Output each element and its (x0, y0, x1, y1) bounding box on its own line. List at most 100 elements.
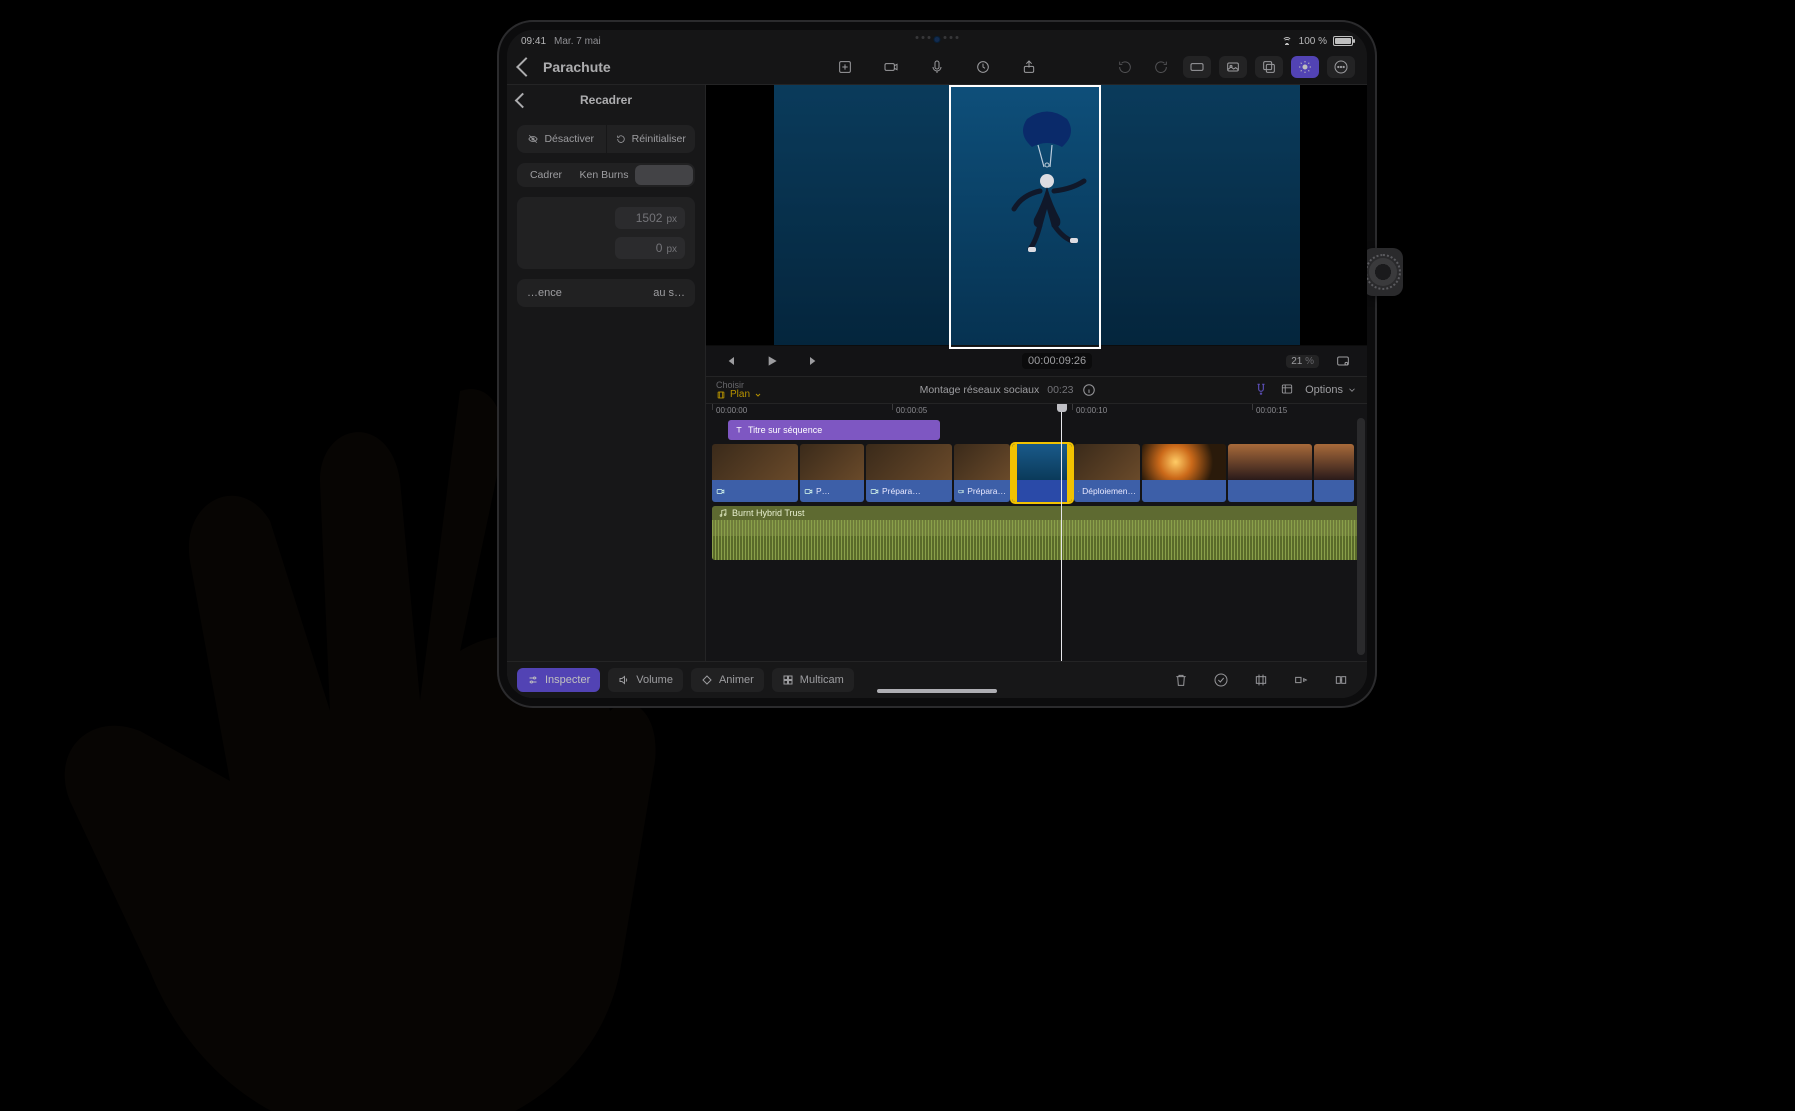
ruler-label: 00:00:15 (1256, 406, 1287, 415)
title-track[interactable]: Titre sur séquence (712, 420, 1361, 442)
crop-mode-kenburns[interactable]: Ken Burns (575, 163, 633, 187)
inspector-toggle-icon[interactable] (1291, 56, 1319, 78)
crop-mode-third[interactable] (635, 165, 693, 185)
status-bar: 09:41 Mar. 7 mai 100 % (507, 30, 1367, 50)
volume-tab[interactable]: Volume (608, 668, 683, 692)
video-clip[interactable] (1314, 444, 1354, 502)
statusbar-time: 09:41 (521, 36, 546, 47)
crop-fit-suffix: au s… (653, 287, 685, 299)
wifi-icon (1281, 37, 1293, 45)
next-frame-button[interactable] (800, 350, 828, 372)
keyboard-icon[interactable] (1183, 56, 1211, 78)
animate-tab[interactable]: Animer (691, 668, 764, 692)
play-button[interactable] (758, 350, 786, 372)
eye-off-icon (528, 134, 538, 144)
viewer-zoom-badge[interactable]: 21 % (1286, 355, 1319, 368)
speaker-icon (618, 674, 630, 686)
viewer[interactable] (706, 85, 1367, 345)
video-clip[interactable]: Déploiemen… (1074, 444, 1140, 502)
crop-fit-row[interactable]: …ence au s… (517, 279, 695, 307)
video-icon (716, 487, 725, 496)
prev-frame-button[interactable] (716, 350, 744, 372)
timeline[interactable]: 00:00:00 00:00:05 00:00:10 00:00:15 Titr… (706, 404, 1367, 661)
crop-width-field[interactable]: 1502 px (615, 207, 685, 229)
info-icon[interactable] (1082, 383, 1096, 397)
video-clip-label: Prépara… (882, 486, 921, 496)
multicam-tab-label: Multicam (800, 674, 844, 686)
music-note-icon (718, 508, 728, 518)
crop-mode-segmented[interactable]: Cadrer Ken Burns (517, 163, 695, 187)
sequence-title: Montage réseaux sociaux (920, 384, 1040, 396)
viewer-canvas (774, 85, 1300, 345)
camera-icon[interactable] (877, 56, 905, 78)
thumbnail-view-icon[interactable] (1219, 56, 1247, 78)
timeline-crumb[interactable]: Choisir Plan (716, 381, 762, 400)
video-icon (1078, 487, 1079, 496)
playhead[interactable] (1061, 404, 1062, 661)
multicam-tab[interactable]: Multicam (772, 668, 854, 692)
more-menu-icon[interactable] (1327, 56, 1355, 78)
video-icon (804, 487, 813, 496)
jog-wheel[interactable] (1363, 248, 1403, 296)
video-clip[interactable] (712, 444, 798, 502)
video-clip[interactable] (1228, 444, 1312, 502)
marker-icon[interactable] (969, 56, 997, 78)
viewer-zoom-value: 21 (1291, 356, 1302, 367)
magnetic-snap-icon[interactable] (1253, 382, 1269, 399)
connect-clip-button[interactable] (1285, 668, 1317, 692)
battery-percent: 100 % (1299, 36, 1327, 47)
crop-disable-label: Désactiver (544, 133, 594, 145)
timeline-ruler[interactable]: 00:00:00 00:00:05 00:00:10 00:00:15 (706, 404, 1367, 418)
voiceover-mic-icon[interactable] (923, 56, 951, 78)
waveform (712, 520, 1361, 560)
delete-button[interactable] (1165, 668, 1197, 692)
history-undo-icon[interactable] (1111, 56, 1139, 78)
ruler-label: 00:00:05 (896, 406, 927, 415)
crop-mode-trim[interactable]: Cadrer (517, 163, 575, 187)
crop-rectangle[interactable] (949, 85, 1101, 349)
keyframe-icon (701, 674, 713, 686)
timeline-options-label: Options (1305, 384, 1343, 396)
crop-width-value: 1502 (636, 211, 663, 225)
crop-reset-button[interactable]: Réinitialiser (606, 125, 696, 153)
crop-height-value: 0 (656, 241, 663, 255)
crop-disable-button[interactable]: Désactiver (517, 125, 606, 153)
sliders-icon (527, 674, 539, 686)
audio-clip[interactable]: Burnt Hybrid Trust (712, 506, 1361, 560)
ruler-label: 00:00:00 (716, 406, 747, 415)
video-clip-selected[interactable] (1012, 444, 1072, 502)
video-clip[interactable] (1142, 444, 1226, 502)
crop-height-field[interactable]: 0 px (615, 237, 685, 259)
back-button[interactable] (516, 57, 536, 77)
timeline-index-icon[interactable] (1279, 382, 1295, 399)
overlay-icon[interactable] (1255, 56, 1283, 78)
timeline-scrollbar[interactable] (1357, 418, 1365, 655)
trim-tool-button[interactable] (1245, 668, 1277, 692)
app-toolbar: Parachute (507, 50, 1367, 85)
statusbar-multitask-dots[interactable] (916, 36, 959, 43)
crop-fit-prefix: …ence (527, 287, 562, 299)
video-clip[interactable]: Prépara… (954, 444, 1010, 502)
video-clip[interactable]: P… (800, 444, 864, 502)
timecode-display[interactable]: 00:00:09:26 (1022, 353, 1092, 369)
toggle-enable-button[interactable] (1205, 668, 1237, 692)
insert-clip-button[interactable] (1325, 668, 1357, 692)
audio-track[interactable]: Burnt Hybrid Trust (712, 506, 1361, 560)
inspector-tab[interactable]: Inspecter (517, 668, 600, 692)
video-clip[interactable]: Prépara… (866, 444, 952, 502)
viewer-display-options-icon[interactable] (1329, 350, 1357, 372)
grid-icon (782, 674, 794, 686)
import-media-icon[interactable] (831, 56, 859, 78)
animate-tab-label: Animer (719, 674, 754, 686)
crop-height-unit: px (666, 244, 677, 255)
title-clip[interactable]: Titre sur séquence (728, 420, 940, 440)
home-indicator[interactable] (877, 689, 997, 693)
video-track[interactable]: P… Prépara… Prépara… Déploiemen… (712, 444, 1361, 502)
statusbar-date: Mar. 7 mai (554, 36, 601, 47)
timeline-options-button[interactable]: Options (1305, 384, 1357, 396)
share-icon[interactable] (1015, 56, 1043, 78)
history-redo-icon (1147, 56, 1175, 78)
inspector-panel: Recadrer Désactiver Réinitialiser (507, 85, 706, 661)
battery-icon (1333, 36, 1353, 46)
ruler-label: 00:00:10 (1076, 406, 1107, 415)
